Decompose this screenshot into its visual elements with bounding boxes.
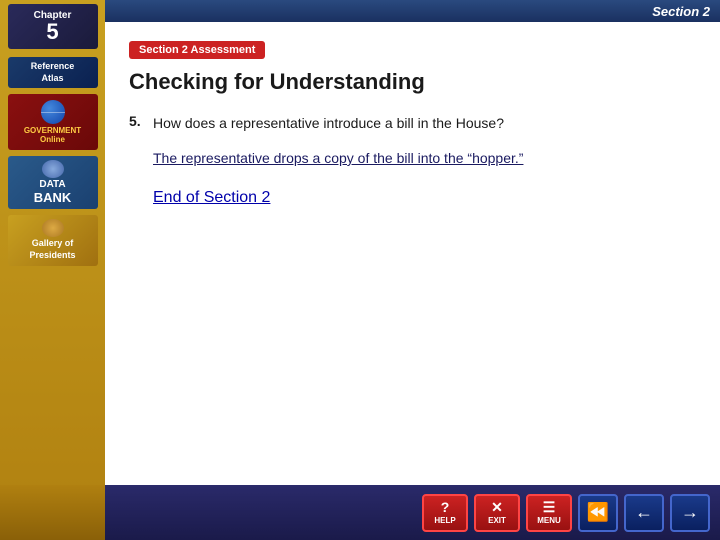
page-title: Checking for Understanding bbox=[129, 69, 696, 95]
chapter-number: 5 bbox=[16, 21, 90, 43]
question-block: 5. How does a representative introduce a… bbox=[129, 113, 696, 134]
top-bar: Section 2 bbox=[0, 0, 720, 22]
forward-one-icon: → bbox=[681, 502, 699, 523]
main-content: Section 2 Assessment Checking for Unders… bbox=[105, 22, 720, 485]
end-of-section-link[interactable]: End of Section 2 bbox=[153, 189, 270, 207]
sidebar-item-gallery-presidents[interactable]: Gallery of Presidents bbox=[8, 215, 98, 265]
menu-button[interactable]: ☰ MENU bbox=[526, 494, 572, 532]
sidebar-item-government-online[interactable]: GOVERNMENT Online bbox=[8, 94, 98, 150]
reference-atlas-label: Reference Atlas bbox=[8, 57, 98, 88]
globe-icon bbox=[41, 100, 65, 124]
exit-button[interactable]: ✕ EXIT bbox=[474, 494, 520, 532]
data-bank-icon bbox=[42, 160, 64, 178]
bottom-toolbar: ? HELP ✕ EXIT ☰ MENU ⏪ ← → bbox=[105, 485, 720, 540]
exit-icon: ✕ bbox=[491, 500, 503, 514]
back-one-icon: ← bbox=[635, 502, 653, 523]
section-badge: Section 2 Assessment bbox=[129, 41, 265, 59]
forward-one-button[interactable]: → bbox=[670, 494, 710, 532]
answer-text: The representative drops a copy of the b… bbox=[153, 148, 696, 169]
back-one-button[interactable]: ← bbox=[624, 494, 664, 532]
question-number: 5. bbox=[129, 113, 153, 134]
help-label: HELP bbox=[434, 516, 455, 525]
sidebar-item-data-bank[interactable]: DATA BANK bbox=[8, 156, 98, 209]
chapter-box: Chapter 5 bbox=[8, 4, 98, 49]
sidebar: Chapter 5 Reference Atlas GOVERNMENT Onl… bbox=[0, 0, 105, 540]
sidebar-bottom bbox=[0, 485, 105, 540]
section-label: Section 2 bbox=[652, 4, 710, 19]
presidents-icon bbox=[42, 219, 64, 237]
help-icon: ? bbox=[441, 500, 450, 514]
sidebar-item-reference-atlas[interactable]: Reference Atlas bbox=[8, 57, 98, 88]
menu-label: MENU bbox=[537, 516, 561, 525]
menu-icon: ☰ bbox=[543, 500, 556, 514]
help-button[interactable]: ? HELP bbox=[422, 494, 468, 532]
back-two-button[interactable]: ⏪ bbox=[578, 494, 618, 532]
question-text: How does a representative introduce a bi… bbox=[153, 113, 504, 134]
back-two-icon: ⏪ bbox=[587, 502, 609, 523]
exit-label: EXIT bbox=[488, 516, 506, 525]
